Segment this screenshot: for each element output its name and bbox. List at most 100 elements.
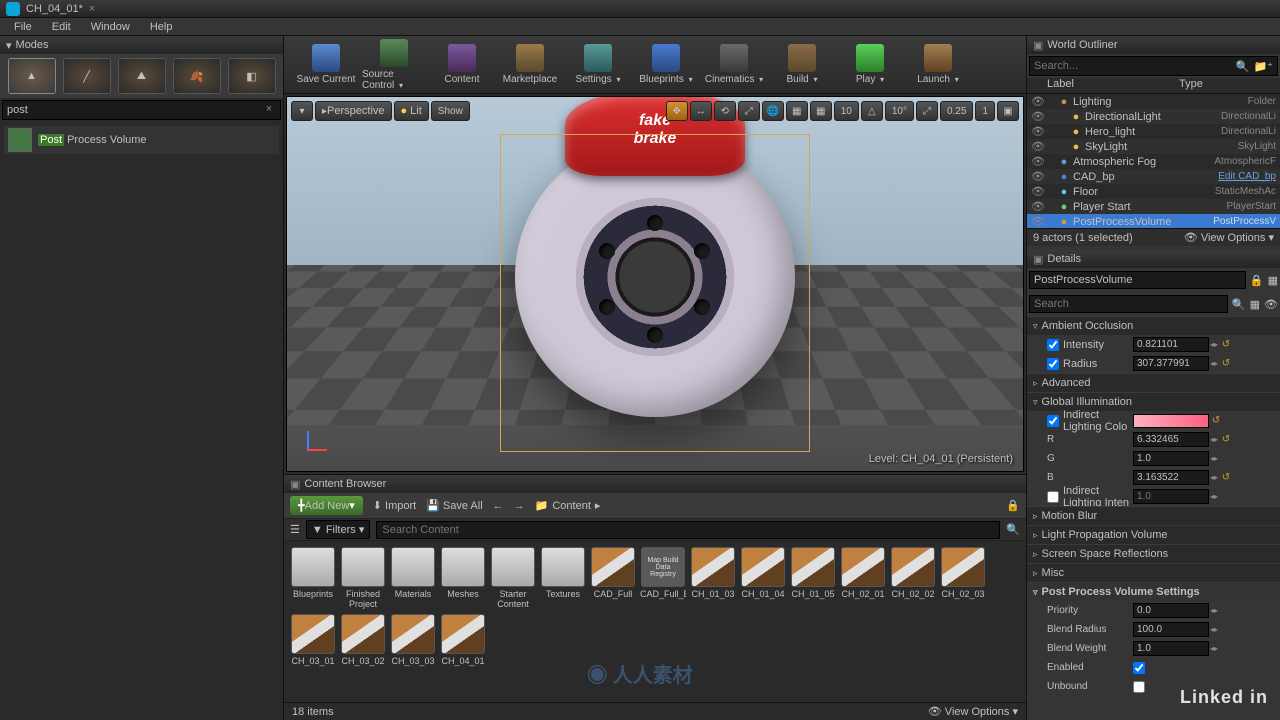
- breadcrumb[interactable]: 📁 Content ▸: [535, 499, 601, 512]
- nav-fwd-icon[interactable]: →: [514, 500, 525, 512]
- toolbar-play[interactable]: Play ▾: [838, 39, 902, 91]
- vp-surface-icon[interactable]: ▦: [786, 101, 808, 121]
- details-header[interactable]: ▣ Details: [1027, 250, 1280, 268]
- visibility-icon[interactable]: 👁: [1031, 185, 1045, 198]
- details-search-input[interactable]: [1029, 295, 1228, 313]
- bweight-input[interactable]: [1133, 641, 1209, 656]
- reset-icon[interactable]: ↺: [1219, 434, 1233, 445]
- import-button[interactable]: ⬇ Import: [373, 499, 416, 512]
- vp-grid-snap[interactable]: 10: [834, 101, 859, 121]
- outliner-search[interactable]: 🔍 📁⁺: [1029, 56, 1278, 76]
- cat-ssr[interactable]: ▹Screen Space Reflections: [1027, 544, 1280, 563]
- vp-camera-speed[interactable]: 1: [975, 101, 995, 121]
- content-item[interactable]: CH_01_04: [740, 547, 786, 610]
- enabled-checkbox[interactable]: [1133, 662, 1145, 674]
- reset-icon[interactable]: ↺: [1219, 472, 1233, 483]
- outliner-row[interactable]: 👁●FloorStaticMeshAc: [1027, 184, 1280, 199]
- content-search-input[interactable]: [376, 521, 1000, 539]
- outliner-search-input[interactable]: [1034, 60, 1236, 72]
- content-item[interactable]: Blueprints: [290, 547, 336, 610]
- search-icon[interactable]: 🔍: [1236, 60, 1250, 73]
- menu-edit[interactable]: Edit: [42, 21, 81, 33]
- toolbar-source[interactable]: Source Control ▾: [362, 39, 426, 91]
- modes-header[interactable]: ▾ Modes: [0, 36, 283, 54]
- viewport-options-icon[interactable]: ▾: [291, 101, 313, 121]
- visibility-icon[interactable]: 👁: [1031, 200, 1045, 213]
- toolbar-save[interactable]: Save Current: [294, 39, 358, 91]
- reset-icon[interactable]: ↺: [1209, 415, 1223, 426]
- color-swatch[interactable]: [1133, 414, 1209, 428]
- actor-name-input[interactable]: [1029, 271, 1246, 289]
- modes-search[interactable]: ×: [2, 100, 281, 120]
- content-item[interactable]: CH_03_02: [340, 614, 386, 667]
- toolbar-content[interactable]: Content: [430, 39, 494, 91]
- toolbar-build[interactable]: Build ▾: [770, 39, 834, 91]
- cb-view-icon[interactable]: ☰: [290, 523, 300, 536]
- vp-rotate-icon[interactable]: ⟲: [714, 101, 736, 121]
- title-close-icon[interactable]: ×: [89, 3, 95, 15]
- search-clear-icon[interactable]: ×: [262, 103, 276, 117]
- content-item[interactable]: CH_02_02: [890, 547, 936, 610]
- outliner-row[interactable]: 👁●LightingFolder: [1027, 94, 1280, 109]
- save-all-button[interactable]: 💾 Save All: [426, 499, 482, 512]
- outliner-row[interactable]: 👁●CAD_bpEdit CAD_bp: [1027, 169, 1280, 184]
- menu-help[interactable]: Help: [140, 21, 183, 33]
- viewport-show[interactable]: Show: [431, 101, 470, 121]
- vp-grid-icon[interactable]: ▦: [810, 101, 832, 121]
- b-input[interactable]: [1133, 470, 1209, 485]
- ao-radius-checkbox[interactable]: [1047, 358, 1059, 370]
- property-matrix-icon[interactable]: ▦: [1250, 298, 1260, 311]
- eye-icon[interactable]: 👁: [1264, 298, 1278, 311]
- toolbar-cin[interactable]: Cinematics ▾: [702, 39, 766, 91]
- outliner-row[interactable]: 👁●Player StartPlayerStart: [1027, 199, 1280, 214]
- gi-color-checkbox[interactable]: [1047, 415, 1059, 427]
- viewport[interactable]: fakebrake Level: CH_04_01 (Persistent): [287, 97, 1023, 471]
- add-new-button[interactable]: ╋ Add New ▾: [290, 496, 363, 515]
- mode-paint-icon[interactable]: ╱: [63, 58, 111, 94]
- visibility-icon[interactable]: 👁: [1031, 170, 1045, 183]
- mode-foliage-icon[interactable]: 🍂: [173, 58, 221, 94]
- actor-blueprint-icon[interactable]: ▦: [1268, 274, 1278, 287]
- visibility-icon[interactable]: 👁: [1031, 125, 1045, 138]
- cat-motion-blur[interactable]: ▹Motion Blur: [1027, 506, 1280, 525]
- toolbar-settings[interactable]: Settings ▾: [566, 39, 630, 91]
- actor-lock-icon[interactable]: 🔒: [1250, 274, 1264, 287]
- cat-ambient-occlusion[interactable]: ▿Ambient Occlusion: [1027, 316, 1280, 335]
- reset-icon[interactable]: ↺: [1219, 339, 1233, 350]
- vp-angle-snap[interactable]: 10°: [885, 101, 914, 121]
- modes-search-input[interactable]: [7, 104, 262, 116]
- mode-place-icon[interactable]: ▲: [8, 58, 56, 94]
- viewport-lit[interactable]: ●Lit: [394, 101, 429, 121]
- content-item[interactable]: Finished Project: [340, 547, 386, 610]
- content-item[interactable]: CH_02_03: [940, 547, 986, 610]
- outliner-header[interactable]: ▣ World Outliner: [1027, 36, 1280, 54]
- unbound-checkbox[interactable]: [1133, 681, 1145, 693]
- bradius-input[interactable]: [1133, 622, 1209, 637]
- toolbar-market[interactable]: Marketplace: [498, 39, 562, 91]
- reset-icon[interactable]: ↺: [1219, 358, 1233, 369]
- vp-select-icon[interactable]: ✥: [666, 101, 688, 121]
- search-icon[interactable]: 🔍: [1232, 298, 1246, 311]
- vp-scale-snap-icon[interactable]: ⤢: [916, 101, 938, 121]
- content-browser-header[interactable]: ▣ Content Browser: [284, 475, 1026, 493]
- vp-translate-icon[interactable]: ↔: [690, 101, 712, 121]
- gi-inten-input[interactable]: [1133, 489, 1209, 504]
- cat-misc[interactable]: ▹Misc: [1027, 563, 1280, 582]
- content-item[interactable]: CH_03_03: [390, 614, 436, 667]
- outliner-view-options[interactable]: 👁 View Options ▾: [1184, 231, 1274, 244]
- outliner-row[interactable]: 👁●SkyLightSkyLight: [1027, 139, 1280, 154]
- mode-landscape-icon[interactable]: ⛰: [118, 58, 166, 94]
- outliner-row[interactable]: 👁●DirectionalLightDirectionalLi: [1027, 109, 1280, 124]
- viewport-perspective[interactable]: ▸ Perspective: [315, 101, 392, 121]
- outliner-row[interactable]: 👁●Atmospheric FogAtmosphericF: [1027, 154, 1280, 169]
- nav-back-icon[interactable]: ←: [493, 500, 504, 512]
- mode-geometry-icon[interactable]: ◧: [228, 58, 276, 94]
- g-input[interactable]: [1133, 451, 1209, 466]
- vp-angle-icon[interactable]: △: [861, 101, 883, 121]
- content-item[interactable]: CAD_Full: [590, 547, 636, 610]
- visibility-icon[interactable]: 👁: [1031, 110, 1045, 123]
- view-options-button[interactable]: 👁 View Options ▾: [928, 705, 1018, 718]
- vp-scale-icon[interactable]: ⤢: [738, 101, 760, 121]
- filters-button[interactable]: ▼ Filters ▾: [306, 520, 370, 539]
- content-item[interactable]: CH_01_03: [690, 547, 736, 610]
